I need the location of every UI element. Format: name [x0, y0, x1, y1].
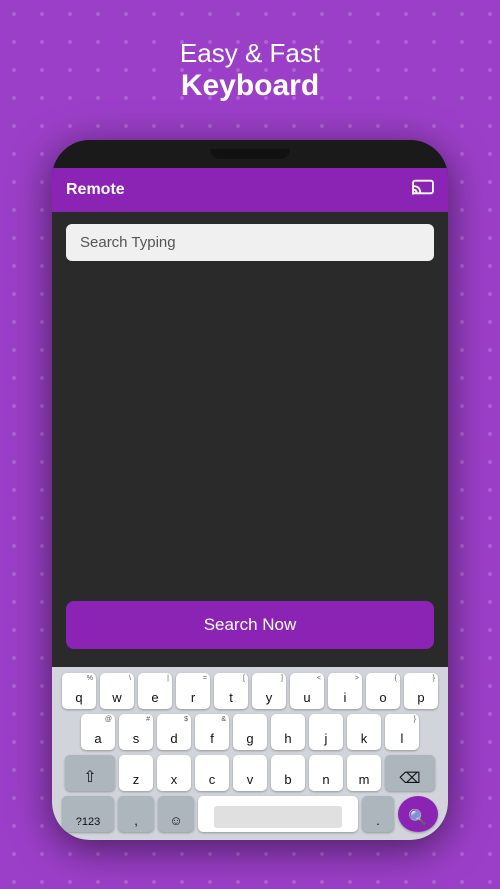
key-period[interactable]: .: [362, 796, 394, 832]
emoji-key[interactable]: ☺: [158, 796, 194, 832]
key-l[interactable]: }l: [385, 714, 419, 750]
shift-key[interactable]: ⇧: [65, 755, 115, 791]
key-k[interactable]: k: [347, 714, 381, 750]
search-input[interactable]: Search Typing: [80, 234, 176, 251]
phone-shell: Remote Search Typing Search Now %q: [52, 140, 448, 840]
key-r[interactable]: =r: [176, 673, 210, 709]
key-n[interactable]: n: [309, 755, 343, 791]
key-w[interactable]: \w: [100, 673, 134, 709]
key-comma[interactable]: ,: [118, 796, 154, 832]
key-z[interactable]: z: [119, 755, 153, 791]
key-s[interactable]: #s: [119, 714, 153, 750]
key-o[interactable]: {o: [366, 673, 400, 709]
key-t[interactable]: [t: [214, 673, 248, 709]
app-bar: Remote: [52, 168, 448, 212]
key-a[interactable]: @a: [81, 714, 115, 750]
search-input-wrap[interactable]: Search Typing: [66, 224, 434, 261]
key-v[interactable]: v: [233, 755, 267, 791]
keyboard-row-1: %q \w |e =r [t ]y <u >i {o }p: [54, 673, 446, 709]
phone-screen: Search Typing Search Now: [52, 212, 448, 667]
search-key[interactable]: 🔍: [398, 796, 438, 832]
header-line1: Easy & Fast: [0, 38, 500, 69]
key-b[interactable]: b: [271, 755, 305, 791]
key-q[interactable]: %q: [62, 673, 96, 709]
header-line2: Keyboard: [0, 69, 500, 103]
keyboard-row-2: @a #s $d &f g h j k }l: [54, 714, 446, 750]
keyboard: %q \w |e =r [t ]y <u >i {o }p @a #s $d &…: [52, 667, 448, 840]
keyboard-row-3: ⇧ z x c v b n m ⌫: [54, 755, 446, 791]
search-now-button[interactable]: Search Now: [66, 601, 434, 649]
app-title: Remote: [66, 181, 125, 199]
phone-notch: [210, 149, 290, 159]
key-x[interactable]: x: [157, 755, 191, 791]
cast-icon[interactable]: [412, 178, 434, 202]
key-f[interactable]: &f: [195, 714, 229, 750]
key-p[interactable]: }p: [404, 673, 438, 709]
key-i[interactable]: >i: [328, 673, 362, 709]
header-area: Easy & Fast Keyboard: [0, 38, 500, 103]
key-u[interactable]: <u: [290, 673, 324, 709]
key-g[interactable]: g: [233, 714, 267, 750]
phone-top: [52, 140, 448, 168]
key-d[interactable]: $d: [157, 714, 191, 750]
screen-spacer: [66, 261, 434, 593]
key-y[interactable]: ]y: [252, 673, 286, 709]
key-e[interactable]: |e: [138, 673, 172, 709]
key-j[interactable]: j: [309, 714, 343, 750]
phone-inner: Remote Search Typing Search Now %q: [52, 168, 448, 840]
keyboard-row-4: ?123 , ☺ . 🔍: [54, 796, 446, 832]
key-123[interactable]: ?123: [62, 796, 114, 832]
space-key[interactable]: [198, 796, 358, 832]
backspace-key[interactable]: ⌫: [385, 755, 435, 791]
key-m[interactable]: m: [347, 755, 381, 791]
key-h[interactable]: h: [271, 714, 305, 750]
key-c[interactable]: c: [195, 755, 229, 791]
